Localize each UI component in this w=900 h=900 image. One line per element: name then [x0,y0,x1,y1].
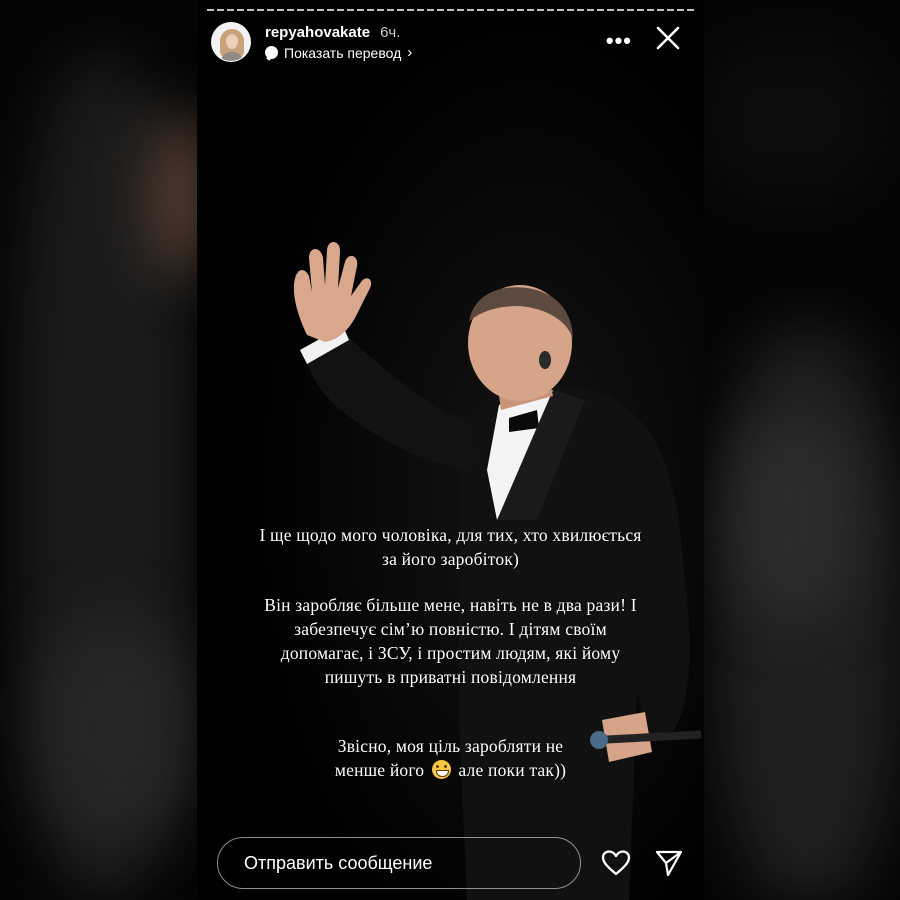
story-progress-bar [207,9,694,11]
caption-line: пишуть в приватні повідомлення [324,667,577,687]
username[interactable]: repyahovakate [265,24,370,41]
send-icon[interactable] [654,849,684,877]
heart-icon[interactable] [601,849,631,877]
caption-line: Звісно, моя ціль заробляти не [337,736,564,756]
story-meta-line: repyahovakate 6ч. [265,24,412,41]
caption-line: Він заробляє більше мене, навіть не в дв… [264,595,637,615]
message-placeholder: Отправить сообщение [244,852,433,873]
caption-line-with-emoji: менше його але поки так)) [197,758,704,782]
story-meta: repyahovakate 6ч. Показать перевод › [265,24,412,61]
avatar-face [226,34,238,49]
caption-text: менше його [334,760,425,780]
profile-avatar[interactable] [211,22,251,62]
close-icon[interactable] [654,24,682,52]
story-timestamp: 6ч. [380,23,401,41]
blur-shape [735,420,855,620]
chat-bubble-icon [265,46,278,59]
caption-line: за його заробіток) [381,549,520,569]
more-options-button[interactable]: ••• [606,28,632,54]
caption-line: забезпечує сім’ю повністю. І дітям своїм [294,619,607,639]
chevron-right-icon: › [407,44,413,61]
caption-paragraph-2: Він заробляє більше мене, навіть не в дв… [197,593,704,689]
caption-paragraph-1: І ще щодо мого чоловіка, для тих, хто хв… [197,523,704,571]
show-translation-button[interactable]: Показать перевод › [265,45,412,61]
grinning-face-emoji-icon [431,760,451,779]
story-viewer[interactable]: repyahovakate 6ч. Показать перевод › •••… [197,0,704,900]
caption-line: І ще щодо мого чоловіка, для тих, хто хв… [259,525,642,545]
caption-line: допомагає, і ЗСУ, і простим людям, які й… [280,643,621,663]
show-translation-label: Показать перевод [284,44,402,61]
blur-shape [40,620,190,840]
send-message-input[interactable]: Отправить сообщение [217,837,581,889]
caption-text: але поки так)) [458,760,567,780]
caption-paragraph-3: Звісно, моя ціль заробляти не менше його… [197,734,704,782]
story-header: repyahovakate 6ч. Показать перевод › ••• [211,20,694,64]
blur-shape [700,40,880,200]
